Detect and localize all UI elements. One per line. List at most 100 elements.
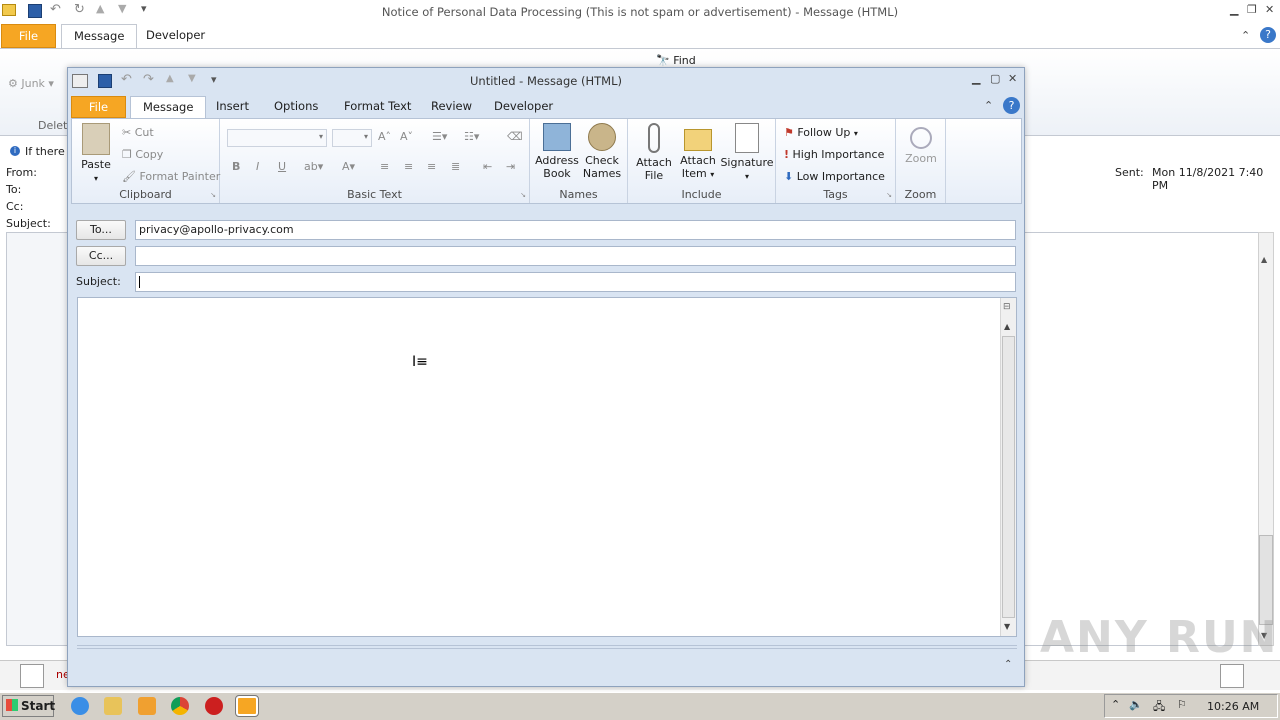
tab-developer[interactable]: Developer: [134, 24, 217, 48]
message-body-right: [1024, 232, 1264, 646]
start-button[interactable]: Start: [2, 695, 55, 717]
close-icon[interactable]: ✕: [1265, 3, 1274, 16]
attach-item-label-2: Item: [681, 167, 707, 180]
media-player-icon[interactable]: [138, 697, 156, 715]
minimize-icon[interactable]: ▁: [1230, 3, 1238, 16]
text-cursor: [139, 276, 140, 288]
maximize-icon[interactable]: ▢: [990, 72, 1000, 85]
justify-icon[interactable]: ≣: [451, 160, 460, 173]
to-button[interactable]: To...: [76, 220, 126, 240]
opera-icon[interactable]: [205, 697, 223, 715]
tab-developer[interactable]: Developer: [482, 96, 565, 118]
reading-pane-scrollbar[interactable]: ▲ ▼: [1258, 232, 1274, 646]
clock[interactable]: 10:26 AM: [1207, 700, 1259, 713]
shrink-font-icon[interactable]: A˅: [400, 130, 413, 143]
help-icon[interactable]: ?: [1260, 27, 1276, 43]
people-pane-divider[interactable]: [77, 645, 1017, 649]
underline-icon[interactable]: U: [278, 160, 286, 173]
explorer-folder-icon[interactable]: [104, 697, 122, 715]
flag-icon[interactable]: ⚐: [1177, 698, 1187, 711]
junk-button[interactable]: ⚙ Junk ▾: [8, 77, 54, 90]
tab-message[interactable]: Message: [130, 96, 207, 118]
grow-font-icon[interactable]: A˄: [378, 130, 391, 143]
font-color-icon[interactable]: A▾: [342, 160, 355, 173]
sent-label: Sent:: [1115, 166, 1144, 179]
find-button[interactable]: 🔭 Find: [656, 54, 696, 67]
numbering-icon[interactable]: ☷▾: [464, 130, 479, 143]
dialog-launcher-icon[interactable]: ↘: [886, 191, 892, 199]
tab-options[interactable]: Options: [262, 96, 330, 118]
ruler-icon[interactable]: ⊟: [1003, 302, 1011, 312]
check-names-button[interactable]: Check Names: [580, 123, 624, 180]
attach-item-button[interactable]: Attach Item ▾: [676, 123, 720, 181]
low-importance-button[interactable]: ⬇ Low Importance: [784, 170, 885, 183]
copy-button[interactable]: ❐ Copy: [122, 148, 163, 161]
decrease-indent-icon[interactable]: ⇤: [483, 160, 492, 173]
internet-explorer-icon[interactable]: [71, 697, 89, 715]
scroll-up-icon[interactable]: ▲: [1004, 322, 1010, 331]
paste-button[interactable]: Paste ▾: [76, 123, 116, 185]
tab-insert[interactable]: Insert: [204, 96, 261, 118]
compose-titlebar: ↶ ↷ ▲ ▼ ▾ Untitled - Message (HTML) ▁ ▢ …: [68, 68, 1024, 94]
zoom-button[interactable]: Zoom: [898, 123, 944, 165]
address-book-label-2: Book: [543, 167, 571, 180]
restore-icon[interactable]: ❐: [1247, 3, 1257, 16]
avatar-right[interactable]: [1220, 664, 1244, 688]
tray-expand-icon[interactable]: ⌃: [1111, 698, 1120, 711]
clear-format-icon[interactable]: ⌫: [507, 130, 523, 143]
signature-button[interactable]: Signature ▾: [720, 123, 774, 183]
infobar-text[interactable]: If there: [25, 145, 65, 158]
tab-file[interactable]: File: [71, 96, 126, 118]
body-scrollbar[interactable]: ⊟ ▲ ▼: [1000, 298, 1016, 636]
increase-indent-icon[interactable]: ⇥: [506, 160, 515, 173]
dialog-launcher-icon[interactable]: ↘: [210, 191, 216, 199]
tab-message[interactable]: Message: [61, 24, 138, 48]
names-label: Names: [559, 188, 598, 201]
bold-icon[interactable]: B: [232, 160, 240, 173]
outlook-taskbar-icon[interactable]: [235, 695, 259, 717]
attach-file-button[interactable]: Attach File: [632, 123, 676, 182]
highlight-icon[interactable]: ab▾: [304, 160, 323, 173]
tab-format-text[interactable]: Format Text: [332, 96, 423, 118]
network-icon[interactable]: 🖧: [1153, 698, 1165, 717]
cc-button[interactable]: Cc...: [76, 246, 126, 266]
scroll-up-icon[interactable]: ▲: [1261, 255, 1267, 264]
copy-icon: ❐: [122, 148, 132, 161]
scroll-thumb[interactable]: [1002, 336, 1015, 618]
align-left-icon[interactable]: ≡: [380, 160, 389, 173]
font-size-select[interactable]: ▾: [332, 129, 372, 147]
address-book-button[interactable]: Address Book: [534, 123, 580, 180]
chrome-icon[interactable]: [171, 697, 189, 715]
expand-people-pane-icon[interactable]: ⌃: [1004, 659, 1012, 670]
help-icon[interactable]: ?: [1003, 97, 1020, 114]
align-center-icon[interactable]: ≡: [404, 160, 413, 173]
close-icon[interactable]: ✕: [1008, 72, 1017, 85]
format-painter-button[interactable]: 🖌 Format Painter: [122, 170, 220, 183]
message-body-editor[interactable]: I≡ ⊟ ▲ ▼: [77, 297, 1017, 637]
bullets-icon[interactable]: ☰▾: [432, 130, 447, 143]
avatar[interactable]: [20, 664, 44, 688]
compose-ribbon-tabs: File Message Insert Options Format Text …: [68, 94, 1024, 118]
signature-icon: [735, 123, 759, 153]
minimize-icon[interactable]: ▁: [972, 72, 980, 85]
low-importance-label: Low Importance: [796, 170, 885, 183]
include-group: Attach File Attach Item ▾ Signature ▾ In…: [628, 119, 776, 203]
tab-review[interactable]: Review: [419, 96, 484, 118]
italic-icon[interactable]: I: [256, 160, 259, 173]
brush-icon: 🖌: [122, 170, 136, 183]
collapse-ribbon-icon[interactable]: ⌃: [1241, 29, 1250, 42]
font-name-select[interactable]: ▾: [227, 129, 327, 147]
collapse-ribbon-icon[interactable]: ⌃: [984, 99, 993, 112]
cut-button[interactable]: ✂ Cut: [122, 126, 154, 139]
to-field[interactable]: privacy@apollo-privacy.com: [135, 220, 1016, 240]
volume-icon[interactable]: 🔈: [1129, 698, 1143, 711]
tab-file[interactable]: File: [1, 24, 56, 48]
subject-field[interactable]: [135, 272, 1016, 292]
cc-field[interactable]: [135, 246, 1016, 266]
follow-up-button[interactable]: ⚑ Follow Up ▾: [784, 126, 858, 139]
dialog-launcher-icon[interactable]: ↘: [520, 191, 526, 199]
scroll-down-icon[interactable]: ▼: [1004, 622, 1010, 631]
align-right-icon[interactable]: ≡: [427, 160, 436, 173]
high-importance-button[interactable]: ! High Importance: [784, 148, 884, 161]
exclamation-icon: !: [784, 148, 790, 161]
